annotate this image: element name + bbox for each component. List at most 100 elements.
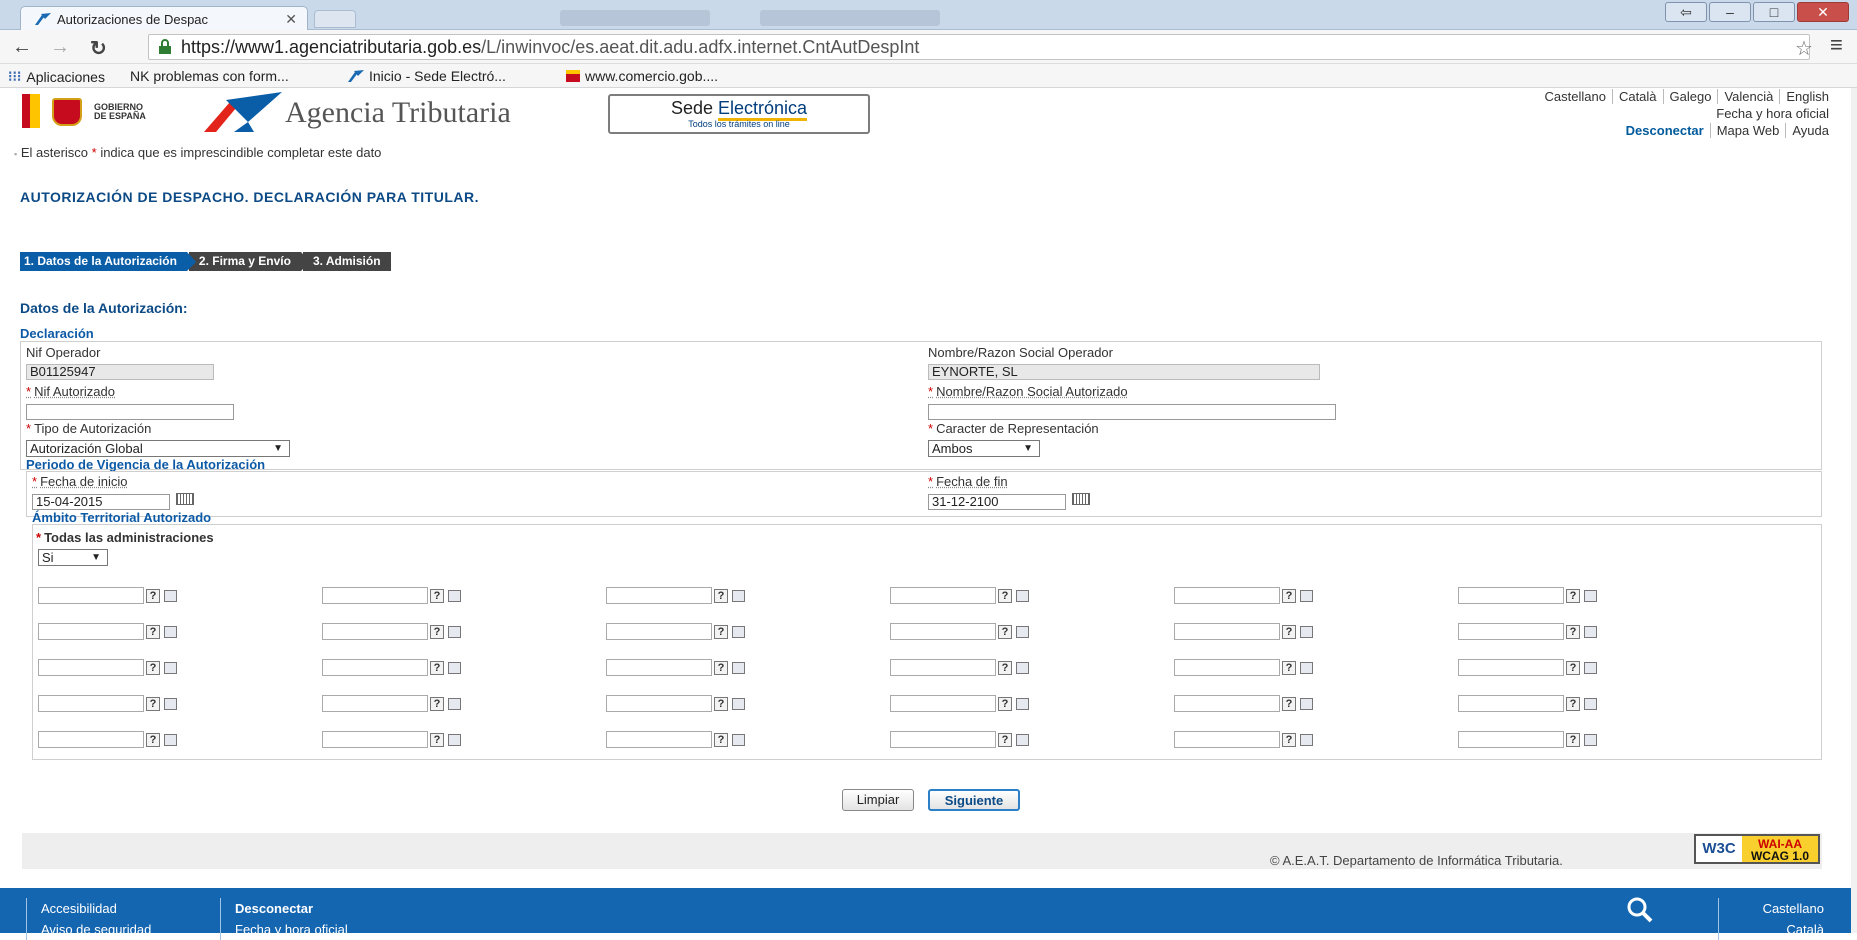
administracion-code-field[interactable] xyxy=(1174,587,1280,604)
help-icon[interactable]: ? xyxy=(430,733,444,747)
fecha-hora-bottom-link[interactable]: Fecha y hora oficial xyxy=(235,919,348,940)
open-list-icon[interactable] xyxy=(1016,662,1029,674)
administracion-code-field[interactable] xyxy=(1458,659,1564,676)
tab-close-icon[interactable]: ✕ xyxy=(285,11,297,28)
open-list-icon[interactable] xyxy=(164,734,177,746)
help-icon[interactable]: ? xyxy=(714,625,728,639)
open-list-icon[interactable] xyxy=(164,698,177,710)
open-list-icon[interactable] xyxy=(1584,734,1597,746)
open-list-icon[interactable] xyxy=(1584,626,1597,638)
desconectar-bottom-link[interactable]: Desconectar xyxy=(235,898,348,919)
bookmark-star-icon[interactable]: ☆ xyxy=(1795,36,1813,61)
help-icon[interactable]: ? xyxy=(1566,625,1580,639)
open-list-icon[interactable] xyxy=(1584,662,1597,674)
help-icon[interactable]: ? xyxy=(1282,589,1296,603)
siguiente-button[interactable]: Siguiente xyxy=(928,789,1020,811)
administracion-code-field[interactable] xyxy=(890,695,996,712)
administracion-code-field[interactable] xyxy=(322,623,428,640)
administracion-code-field[interactable] xyxy=(1458,587,1564,604)
open-list-icon[interactable] xyxy=(1300,662,1313,674)
help-icon[interactable]: ? xyxy=(998,697,1012,711)
tipo-autorizacion-select[interactable]: Autorización Global ▼ xyxy=(26,440,290,457)
gobierno-espana-logo[interactable]: GOBIERNO DE ESPAÑA xyxy=(22,94,172,128)
close-window-icon[interactable]: ✕ xyxy=(1797,2,1849,22)
bookmark-sede[interactable]: Inicio - Sede Electró... xyxy=(348,68,506,84)
help-icon[interactable]: ? xyxy=(146,661,160,675)
back-window-icon[interactable]: ⇦ xyxy=(1665,2,1707,22)
open-list-icon[interactable] xyxy=(1016,698,1029,710)
ayuda-link[interactable]: Ayuda xyxy=(1785,123,1835,138)
administracion-code-field[interactable] xyxy=(322,659,428,676)
administracion-code-field[interactable] xyxy=(890,623,996,640)
reload-icon[interactable]: ↻ xyxy=(90,36,107,61)
forward-arrow-icon[interactable]: → xyxy=(50,36,70,59)
lang-galego[interactable]: Galego xyxy=(1663,89,1718,104)
help-icon[interactable]: ? xyxy=(430,661,444,675)
bookmark-apps[interactable]: ⁝⁝⁝ Aplicaciones xyxy=(8,68,105,85)
administracion-code-field[interactable] xyxy=(890,659,996,676)
bookmark-comercio[interactable]: www.comercio.gob.... xyxy=(566,68,718,84)
agencia-tributaria-title[interactable]: Agencia Tributaria xyxy=(285,96,511,130)
nombre-autorizado-field[interactable] xyxy=(928,404,1336,420)
administracion-code-field[interactable] xyxy=(38,587,144,604)
open-list-icon[interactable] xyxy=(1584,698,1597,710)
help-icon[interactable]: ? xyxy=(146,733,160,747)
administracion-code-field[interactable] xyxy=(38,659,144,676)
help-icon[interactable]: ? xyxy=(714,697,728,711)
help-icon[interactable]: ? xyxy=(1282,697,1296,711)
new-tab-button[interactable] xyxy=(314,10,356,28)
open-list-icon[interactable] xyxy=(732,626,745,638)
open-list-icon[interactable] xyxy=(732,590,745,602)
catala-bottom-link[interactable]: Català xyxy=(1733,919,1824,940)
open-list-icon[interactable] xyxy=(1300,590,1313,602)
open-list-icon[interactable] xyxy=(1016,734,1029,746)
help-icon[interactable]: ? xyxy=(430,589,444,603)
administracion-code-field[interactable] xyxy=(1458,731,1564,748)
help-icon[interactable]: ? xyxy=(430,625,444,639)
administracion-code-field[interactable] xyxy=(606,695,712,712)
address-bar[interactable]: https://www1.agenciatributaria.gob.es/L/… xyxy=(148,34,1810,60)
search-icon[interactable] xyxy=(1626,896,1654,924)
open-list-icon[interactable] xyxy=(1300,698,1313,710)
administracion-code-field[interactable] xyxy=(890,587,996,604)
administracion-code-field[interactable] xyxy=(1458,695,1564,712)
administracion-code-field[interactable] xyxy=(1458,623,1564,640)
agencia-tributaria-logo-icon[interactable] xyxy=(204,92,282,132)
help-icon[interactable]: ? xyxy=(714,733,728,747)
administracion-code-field[interactable] xyxy=(606,587,712,604)
administracion-code-field[interactable] xyxy=(1174,731,1280,748)
fecha-fin-field[interactable]: 31-12-2100 xyxy=(928,494,1066,510)
open-list-icon[interactable] xyxy=(1300,734,1313,746)
lang-english[interactable]: English xyxy=(1779,89,1835,104)
help-icon[interactable]: ? xyxy=(998,661,1012,675)
open-list-icon[interactable] xyxy=(448,626,461,638)
open-list-icon[interactable] xyxy=(164,626,177,638)
administracion-code-field[interactable] xyxy=(1174,659,1280,676)
open-list-icon[interactable] xyxy=(1300,626,1313,638)
administracion-code-field[interactable] xyxy=(606,659,712,676)
open-list-icon[interactable] xyxy=(448,662,461,674)
help-icon[interactable]: ? xyxy=(1282,625,1296,639)
help-icon[interactable]: ? xyxy=(146,697,160,711)
administracion-code-field[interactable] xyxy=(322,587,428,604)
help-icon[interactable]: ? xyxy=(430,697,444,711)
administracion-code-field[interactable] xyxy=(322,695,428,712)
browser-tab[interactable]: Autorizaciones de Despac ✕ xyxy=(20,6,308,30)
maximize-icon[interactable]: □ xyxy=(1753,2,1795,22)
help-icon[interactable]: ? xyxy=(1566,733,1580,747)
open-list-icon[interactable] xyxy=(732,734,745,746)
open-list-icon[interactable] xyxy=(1016,626,1029,638)
lang-catala[interactable]: Català xyxy=(1612,89,1663,104)
help-icon[interactable]: ? xyxy=(998,625,1012,639)
administracion-code-field[interactable] xyxy=(1174,695,1280,712)
open-list-icon[interactable] xyxy=(448,590,461,602)
administracion-code-field[interactable] xyxy=(38,731,144,748)
open-list-icon[interactable] xyxy=(164,590,177,602)
caracter-select[interactable]: Ambos ▼ xyxy=(928,440,1040,457)
open-list-icon[interactable] xyxy=(164,662,177,674)
administracion-code-field[interactable] xyxy=(38,695,144,712)
help-icon[interactable]: ? xyxy=(1566,589,1580,603)
lang-castellano[interactable]: Castellano xyxy=(1539,89,1612,104)
administracion-code-field[interactable] xyxy=(1174,623,1280,640)
mapa-web-link[interactable]: Mapa Web xyxy=(1710,123,1786,138)
